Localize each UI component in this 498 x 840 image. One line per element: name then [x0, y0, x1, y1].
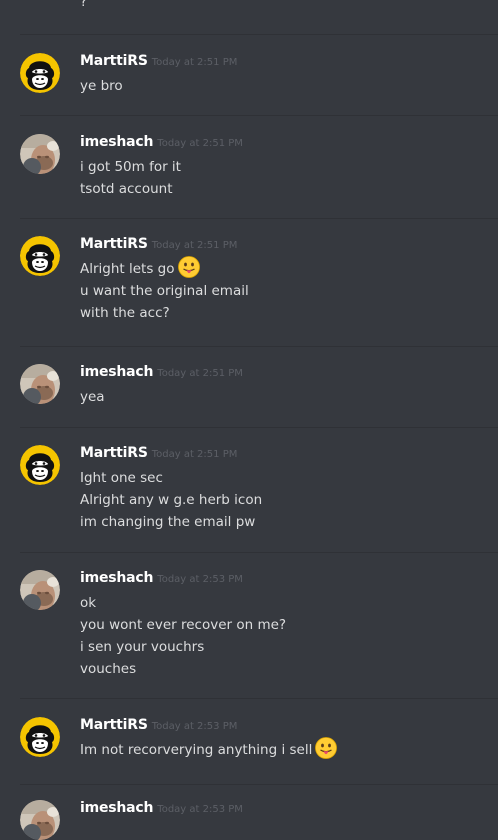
message-text: you wont ever recover on me?: [80, 617, 287, 633]
username[interactable]: MarttiRS: [80, 445, 148, 461]
message-line: i got 50m for it: [80, 156, 490, 178]
message-line: i sen your vouchrs: [80, 636, 490, 658]
message-line: Ight one sec: [80, 467, 490, 489]
message-line: with the acc?: [80, 302, 490, 324]
message-body: yea: [80, 386, 490, 408]
message-divider: [20, 218, 498, 219]
message-header: imeshach Today at 2:51 PM: [80, 364, 243, 380]
message-text: Im not recorverying anything i sell: [80, 742, 313, 758]
username[interactable]: imeshach: [80, 364, 153, 380]
message-divider: [20, 698, 498, 699]
message-divider: [20, 427, 498, 428]
username[interactable]: MarttiRS: [80, 236, 148, 252]
message-line: vouches: [80, 658, 490, 680]
message-text: ye bro: [80, 78, 123, 94]
avatar-gorilla-icon[interactable]: [20, 445, 60, 485]
message-header: imeshach Today at 2:53 PM: [80, 570, 243, 586]
message-divider: [20, 34, 498, 35]
message-body: Alright lets go u want the original email…: [80, 258, 490, 324]
avatar-photo[interactable]: [20, 570, 60, 610]
avatar-gorilla-icon[interactable]: [20, 717, 60, 757]
timestamp: Today at 2:51 PM: [151, 57, 238, 68]
timestamp: Today at 2:51 PM: [157, 368, 243, 379]
message-line: ok: [80, 592, 490, 614]
message-line: you wont ever recover on me?: [80, 614, 490, 636]
timestamp: Today at 2:51 PM: [151, 240, 238, 251]
avatar-photo[interactable]: [20, 800, 60, 840]
message-header: MarttiRS Today at 2:51 PM: [80, 236, 237, 252]
chat-messages: ? MarttiRS Today at 2:51 PM ye bro imeshach…: [0, 0, 498, 817]
message-header: MarttiRS Today at 2:51 PM: [80, 53, 237, 69]
tongue-face-emoji: [178, 256, 200, 278]
message-text: Alright lets go: [80, 261, 175, 277]
message-text: i got 50m for it: [80, 159, 181, 175]
message-line: Alright lets go: [80, 258, 490, 280]
message-header: imeshach Today at 2:51 PM: [80, 134, 243, 150]
message-body: Im not recorverying anything i sell: [80, 739, 490, 761]
message-text: ok: [80, 595, 97, 611]
message-text: tsotd account: [80, 181, 173, 197]
message-body: ok you wont ever recover on me? i sen your…: [80, 592, 490, 680]
username[interactable]: MarttiRS: [80, 53, 148, 69]
message-text-fragment: ?: [80, 0, 88, 10]
message-divider: [20, 346, 498, 347]
message-body: ye bro: [80, 75, 490, 97]
message-body: Ight one sec Alright any w g.e herb icon i…: [80, 467, 490, 533]
timestamp: Today at 2:53 PM: [157, 804, 243, 815]
timestamp: Today at 2:51 PM: [157, 138, 243, 149]
message-line: im changing the email pw: [80, 511, 490, 533]
timestamp: Today at 2:51 PM: [151, 449, 238, 460]
message-line: Im not recorverying anything i sell: [80, 739, 490, 761]
message-text: u want the original email: [80, 283, 249, 299]
username[interactable]: imeshach: [80, 134, 153, 150]
message-header: MarttiRS Today at 2:51 PM: [80, 445, 237, 461]
message-text: with the acc?: [80, 305, 170, 321]
message-header: MarttiRS Today at 2:53 PM: [80, 717, 237, 733]
username[interactable]: imeshach: [80, 570, 153, 586]
message-text: Alright any w g.e herb icon: [80, 492, 263, 508]
message-line: ye bro: [80, 75, 490, 97]
message-line: u want the original email: [80, 280, 490, 302]
timestamp: Today at 2:53 PM: [151, 721, 238, 732]
message-text: vouches: [80, 661, 137, 677]
tongue-face-emoji: [315, 737, 337, 759]
avatar-photo[interactable]: [20, 364, 60, 404]
avatar-gorilla-icon[interactable]: [20, 53, 60, 93]
message-text: Ight one sec: [80, 470, 163, 486]
message-divider: [20, 115, 498, 116]
username[interactable]: MarttiRS: [80, 717, 148, 733]
message-text: yea: [80, 389, 105, 405]
message-line: tsotd account: [80, 178, 490, 200]
timestamp: Today at 2:53 PM: [157, 574, 243, 585]
username[interactable]: imeshach: [80, 800, 153, 816]
message-header: imeshach Today at 2:53 PM: [80, 800, 243, 816]
message-text: im changing the email pw: [80, 514, 256, 530]
message-body: i got 50m for it tsotd account: [80, 156, 490, 200]
message-line: yea: [80, 386, 490, 408]
message-text: i sen your vouchrs: [80, 639, 205, 655]
message-line: Alright any w g.e herb icon: [80, 489, 490, 511]
message-divider: [20, 552, 498, 553]
avatar-photo[interactable]: [20, 134, 60, 174]
message-divider: [20, 784, 498, 785]
avatar-gorilla-icon[interactable]: [20, 236, 60, 276]
